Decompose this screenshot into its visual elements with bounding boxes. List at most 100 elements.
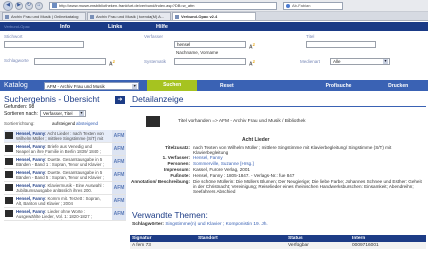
reload-button[interactable]: ↻ <box>25 1 33 10</box>
detail-panel: Detailanzeige Titel vorhanden => AFM - A… <box>130 92 428 263</box>
related-subjects: Schlagwörter: Singstimme(n) und Klavier … <box>132 222 268 227</box>
detail-availability-note: Titel vorhanden => AFM - Archiv Frau und… <box>178 119 306 124</box>
katalog-select[interactable]: AFM - Archiv Frau und Musik ▼ <box>43 81 140 90</box>
reset-button[interactable]: Reset <box>197 83 257 89</box>
browser-tab-3[interactable]: Verbund-Opac v2.4 <box>172 12 256 20</box>
sort-ascending-link[interactable]: aufsteigend <box>52 121 75 126</box>
result-text: Hensel, Fanny: Duette. Gesamtausgabe in … <box>16 170 106 181</box>
related-value-link[interactable]: Singstimme(n) und Klavier ; Komponistin … <box>165 222 267 227</box>
titel-label: Titel <box>306 34 315 39</box>
chevron-down-icon: ▼ <box>132 83 138 89</box>
result-text: Hensel, Fanny: Duette. Gesamtausgabe in … <box>16 157 106 168</box>
result-text: Hensel, Fanny: Briefe aus Venedig und Ne… <box>16 144 106 155</box>
list-item[interactable]: Hensel, Fanny: Lieder ohne Worte : Ausge… <box>4 208 126 221</box>
cell-status: Verfügbar <box>288 243 309 248</box>
sort-select[interactable]: Verfasser, Titel ▼ <box>40 110 86 117</box>
list-item[interactable]: Hensel, Fanny: Komm mit. Terzett : Sopra… <box>4 195 126 208</box>
systematik-az-icon[interactable]: AZ <box>249 59 255 68</box>
field-value: Hensel, Fanny : 1805-1847. - Verlags-Nr.… <box>193 173 295 178</box>
schlagwort-az-icon[interactable]: AZ <box>109 59 115 68</box>
music-score-icon <box>5 197 13 204</box>
field-value: Die schöne Müllerin: Die Müllers Blumen;… <box>193 179 422 194</box>
music-score-icon <box>5 171 13 178</box>
browser-tab-1[interactable]: Archiv Frau und Musik | Onlinekatalog <box>2 12 86 20</box>
catalog-badge: AFM <box>112 195 126 207</box>
list-item[interactable]: Hensel, Fanny: Acht Lieder : nach Texten… <box>4 130 126 143</box>
titel-input[interactable] <box>306 41 376 48</box>
field-value-link[interactable]: Sommerville, Suzanne [Hrsg.] <box>193 161 426 166</box>
home-icon: ⌂ <box>37 2 41 8</box>
music-score-icon <box>5 210 13 217</box>
browser-tab-2[interactable]: Archiv Frau und Musik | toenda(M) A... <box>87 12 171 20</box>
az-z: Z <box>252 42 256 47</box>
nav-hilfe[interactable]: Hilfe <box>156 24 204 30</box>
result-text: Hensel, Fanny: Lieder ohne Worte : Ausge… <box>16 209 106 220</box>
forward-arrow-icon: ▶ <box>17 2 21 8</box>
browser-tab-3-label: Verbund-Opac v2.4 <box>181 14 218 19</box>
results-panel: Suchergebnis - Übersicht ➜ Gefunden: 98 … <box>0 92 128 263</box>
col-status: Status <box>288 236 303 241</box>
sort-order: Sortierrichtung: aufsteigend absteigend <box>4 121 98 126</box>
browser-search-text: Ab-Fabian <box>292 3 311 8</box>
home-button[interactable]: ⌂ <box>35 1 43 10</box>
back-button[interactable]: ◀ <box>3 0 13 11</box>
list-item[interactable]: Hensel, Fanny: Klaviermusik - Eine Auswa… <box>4 182 126 195</box>
medienart-select[interactable]: Alle ▼ <box>330 58 390 65</box>
systematik-input[interactable] <box>174 58 246 65</box>
holdings-table: Signatur Standort Status Intern A fem 73… <box>130 235 426 249</box>
site-favicon-icon <box>52 3 57 8</box>
forward-button[interactable]: ▶ <box>15 1 23 10</box>
list-item[interactable]: Hensel, Fanny: Duette. Gesamtausgabe in … <box>4 156 126 169</box>
next-arrow-icon[interactable]: ➜ <box>115 96 125 104</box>
stichwort-input[interactable] <box>4 41 84 48</box>
breadcrumb[interactable]: Verbund-Opac <box>0 24 60 29</box>
list-item[interactable]: Hensel, Fanny: Briefe aus Venedig und Ne… <box>4 143 126 156</box>
katalog-label: Katalog <box>4 82 28 89</box>
detail-divider <box>130 106 426 107</box>
catalog-badge: AFM <box>112 130 126 142</box>
catalog-badge: AFM <box>112 143 126 155</box>
music-score-icon <box>146 116 160 127</box>
chevron-down-icon: ▼ <box>79 111 84 116</box>
sort-descending-link[interactable]: absteigend <box>76 121 98 126</box>
url-bar[interactable]: http://www.museumsbibliotheken-frankfurt… <box>49 1 277 10</box>
tab-favicon-icon <box>90 14 94 19</box>
verfasser-label: Verfasser <box>144 34 164 39</box>
catalog-badge: AFM <box>112 182 126 194</box>
list-item[interactable]: Hensel, Fanny: Duette. Gesamtausgabe in … <box>4 169 126 182</box>
back-arrow-icon: ◀ <box>6 2 10 8</box>
site-nav: Verbund-Opac Info Links Hilfe <box>0 22 428 31</box>
az-z: Z <box>252 59 256 64</box>
field-value-link[interactable]: Hensel, Fanny <box>193 155 426 160</box>
katalog-select-value: AFM - Archiv Frau und Musik <box>46 83 105 89</box>
verfasser-input[interactable]: hensel <box>174 41 246 48</box>
browser-search-box[interactable]: Ab-Fabian <box>283 1 343 10</box>
schlagwort-input[interactable] <box>34 58 106 65</box>
browser-tab-1-label: Archiv Frau und Musik | Onlinekatalog <box>11 14 79 19</box>
cell-signatur: A fem 73 <box>132 243 151 248</box>
nav-info[interactable]: Info <box>60 24 108 30</box>
nav-links[interactable]: Links <box>108 24 156 30</box>
drucken-button[interactable]: Drucken <box>368 83 428 89</box>
medienart-value: Alle <box>333 59 341 64</box>
url-text: http://www.museumsbibliotheken-frankfurt… <box>59 3 195 8</box>
field-value: nach Texten von Wilhelm Müller ; mittler… <box>193 145 392 155</box>
catalog-badge: AFM <box>112 156 126 168</box>
browser-tabs: Archiv Frau und Musik | Onlinekatalog Ar… <box>0 12 428 21</box>
verfasser-az-icon[interactable]: AZ <box>249 42 255 51</box>
field-key: Fußnote: <box>170 173 190 178</box>
music-score-icon <box>5 184 13 191</box>
cell-intern: 0009716001 <box>352 243 379 248</box>
stichwort-label: Stichwort <box>4 34 23 39</box>
result-text: Hensel, Fanny: Komm mit. Terzett : Sopra… <box>16 196 106 207</box>
field-key: Impressum: <box>163 167 190 172</box>
col-standort: Standort <box>198 236 218 241</box>
sort-select-value: Verfasser, Titel <box>43 111 73 116</box>
suchen-button[interactable]: Suchen <box>147 80 197 91</box>
sort-order-label: Sortierrichtung: <box>4 121 35 126</box>
result-text: Hensel, Fanny: Klaviermusik - Eine Auswa… <box>16 183 106 194</box>
profisuche-button[interactable]: Profisuche <box>309 83 369 89</box>
result-text: Hensel, Fanny: Acht Lieder : nach Texten… <box>16 131 106 142</box>
col-intern: Intern <box>352 236 366 241</box>
music-score-icon <box>5 132 13 139</box>
